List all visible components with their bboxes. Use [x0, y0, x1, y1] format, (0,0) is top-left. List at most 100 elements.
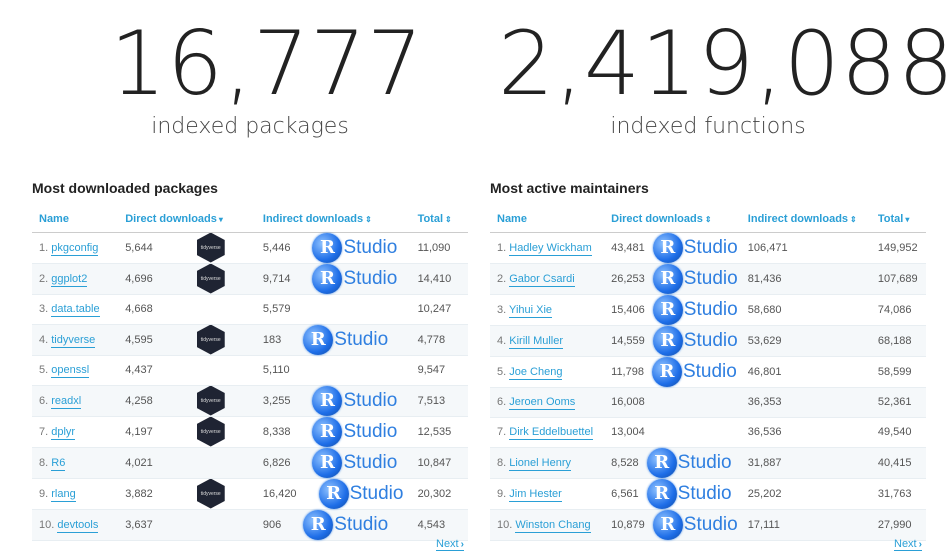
- indirect-downloads-value: 58,680: [747, 303, 782, 316]
- total-cell: 10,247: [411, 294, 468, 324]
- name-link[interactable]: pkgconfig: [51, 241, 99, 256]
- total-cell: 7,513: [411, 385, 468, 416]
- column-header-total[interactable]: Total ⇕: [410, 206, 468, 233]
- name-link[interactable]: Yihui Xie: [509, 303, 553, 318]
- next-page-link[interactable]: Next ›: [436, 538, 464, 551]
- direct-downloads-cell: 4,197 tidyverse: [118, 416, 256, 447]
- name-link[interactable]: Winston Chang: [515, 518, 591, 533]
- rank-number: 9.: [39, 487, 49, 500]
- indirect-downloads-value: 25,202: [747, 487, 782, 500]
- next-page-link[interactable]: Next ›: [894, 538, 922, 551]
- indirect-downloads-cell: 906 R Studio: [256, 509, 411, 540]
- rstudio-logo-icon: R Studio: [652, 325, 738, 356]
- indirect-downloads-value: 16,420: [262, 487, 297, 500]
- rstudio-r-icon: R: [318, 478, 349, 509]
- packages-label: indexed packages: [151, 114, 349, 139]
- name-link[interactable]: tidyverse: [51, 333, 96, 348]
- direct-downloads-value: 5,644: [125, 241, 153, 254]
- name-link[interactable]: Dirk Eddelbuettel: [509, 426, 594, 440]
- name-link[interactable]: Jeroen Ooms: [509, 396, 576, 410]
- name-cell: 6. readxl: [32, 385, 118, 416]
- indirect-downloads-value: 8,338: [262, 425, 291, 438]
- rstudio-logo-icon: R Studio: [651, 356, 737, 387]
- total-value: 149,952: [877, 241, 918, 254]
- name-link[interactable]: rlang: [51, 487, 76, 502]
- column-header-indirect[interactable]: Indirect downloads ⇕: [740, 206, 871, 233]
- rstudio-r-icon: R: [652, 509, 683, 540]
- column-header-total[interactable]: Total ▾: [870, 206, 926, 233]
- rstudio-logo-icon: R Studio: [312, 385, 397, 416]
- name-cell: 5. Joe Cheng: [490, 356, 604, 387]
- indirect-downloads-cell: 8,338 R Studio: [256, 416, 411, 447]
- direct-downloads-cell: 15,406 R Studio: [604, 294, 741, 325]
- packages-table: Name Direct downloads ▾ Indirect download…: [32, 206, 468, 541]
- name-link[interactable]: readxl: [51, 394, 82, 409]
- column-header-indirect[interactable]: Indirect downloads ⇕: [255, 206, 411, 233]
- rstudio-logo-icon: R Studio: [318, 478, 403, 509]
- name-link[interactable]: Joe Cheng: [509, 365, 563, 380]
- rstudio-text: Studio: [683, 329, 738, 351]
- functions-stat: 2,419,088 indexed functions: [498, 14, 950, 140]
- table-row: 2. ggplot2 4,696 tidyverse 9,714 R Studio 14,4…: [32, 263, 468, 294]
- name-link[interactable]: dplyr: [51, 425, 76, 440]
- total-value: 58,599: [877, 365, 912, 378]
- total-value: 9,547: [417, 364, 446, 376]
- name-link[interactable]: Hadley Wickham: [509, 241, 592, 256]
- indirect-downloads-cell: 16,420 R Studio: [256, 478, 411, 509]
- table-row: 5. Joe Cheng 11,798 R Studio 46,801 58,599: [490, 356, 926, 387]
- direct-downloads-value: 11,798: [611, 365, 644, 378]
- name-link[interactable]: ggplot2: [51, 272, 88, 287]
- total-value: 31,763: [877, 487, 912, 500]
- direct-downloads-cell: 3,882 tidyverse: [118, 478, 256, 509]
- direct-downloads-value: 8,528: [611, 456, 639, 469]
- caret-down-icon: ▾: [218, 214, 223, 224]
- direct-downloads-cell: 3,637: [118, 509, 256, 540]
- total-cell: 4,778: [411, 324, 468, 355]
- rstudio-r-icon: R: [652, 232, 683, 263]
- name-link[interactable]: Gabor Csardi: [509, 272, 575, 287]
- indirect-downloads-cell: 46,801: [741, 356, 871, 387]
- rank-number: 5.: [497, 365, 507, 378]
- name-link[interactable]: data.table: [51, 303, 100, 317]
- indirect-downloads-cell: 5,446 R Studio: [256, 232, 411, 263]
- name-link[interactable]: devtools: [57, 518, 99, 533]
- total-value: 68,188: [877, 334, 912, 347]
- table-row: 1. Hadley Wickham 43,481 R Studio 106,471 149…: [490, 232, 926, 263]
- direct-downloads-cell: 14,559 R Studio: [604, 325, 741, 356]
- total-value: 7,513: [417, 394, 446, 407]
- rstudio-text: Studio: [683, 513, 738, 535]
- name-link[interactable]: Jim Hester: [509, 487, 562, 502]
- rstudio-badge-slot: R Studio: [312, 232, 404, 263]
- column-header-name[interactable]: Name: [490, 206, 605, 233]
- rstudio-badge-slot: R Studio: [303, 324, 395, 355]
- rstudio-logo-icon: R Studio: [312, 416, 397, 447]
- rstudio-r-icon: R: [652, 294, 683, 325]
- column-header-direct[interactable]: Direct downloads ▾: [118, 206, 256, 233]
- indirect-downloads-value: 36,536: [747, 426, 782, 438]
- name-link[interactable]: R6: [51, 456, 66, 471]
- name-cell: 5. openssl: [32, 355, 118, 385]
- rstudio-logo-icon: R Studio: [312, 232, 397, 263]
- name-link[interactable]: openssl: [51, 364, 90, 378]
- rstudio-r-icon: R: [312, 263, 343, 294]
- total-value: 20,302: [417, 487, 452, 500]
- rstudio-text: Studio: [334, 328, 389, 350]
- total-value: 10,847: [417, 456, 452, 469]
- rank-number: 3.: [39, 303, 49, 315]
- indirect-downloads-cell: 5,579: [256, 294, 411, 324]
- column-header-name[interactable]: Name: [32, 206, 119, 233]
- direct-downloads-value: 3,637: [125, 518, 153, 531]
- column-header-direct[interactable]: Direct downloads ⇕: [604, 206, 741, 233]
- rstudio-r-icon: R: [312, 385, 343, 416]
- rstudio-r-icon: R: [312, 447, 343, 478]
- rank-number: 4.: [497, 334, 507, 347]
- indirect-downloads-value: 5,446: [262, 241, 291, 254]
- total-cell: 31,763: [871, 478, 926, 509]
- direct-downloads-value: 4,595: [125, 333, 153, 346]
- name-link[interactable]: Lionel Henry: [509, 456, 572, 471]
- tidyverse-badge-slot: tidyverse: [196, 263, 243, 294]
- table-row: 4. tidyverse 4,595 tidyverse 183 R Studio 4,77…: [32, 324, 468, 355]
- rstudio-r-icon: R: [312, 232, 343, 263]
- name-link[interactable]: Kirill Muller: [509, 334, 564, 349]
- rank-number: 10.: [497, 518, 513, 531]
